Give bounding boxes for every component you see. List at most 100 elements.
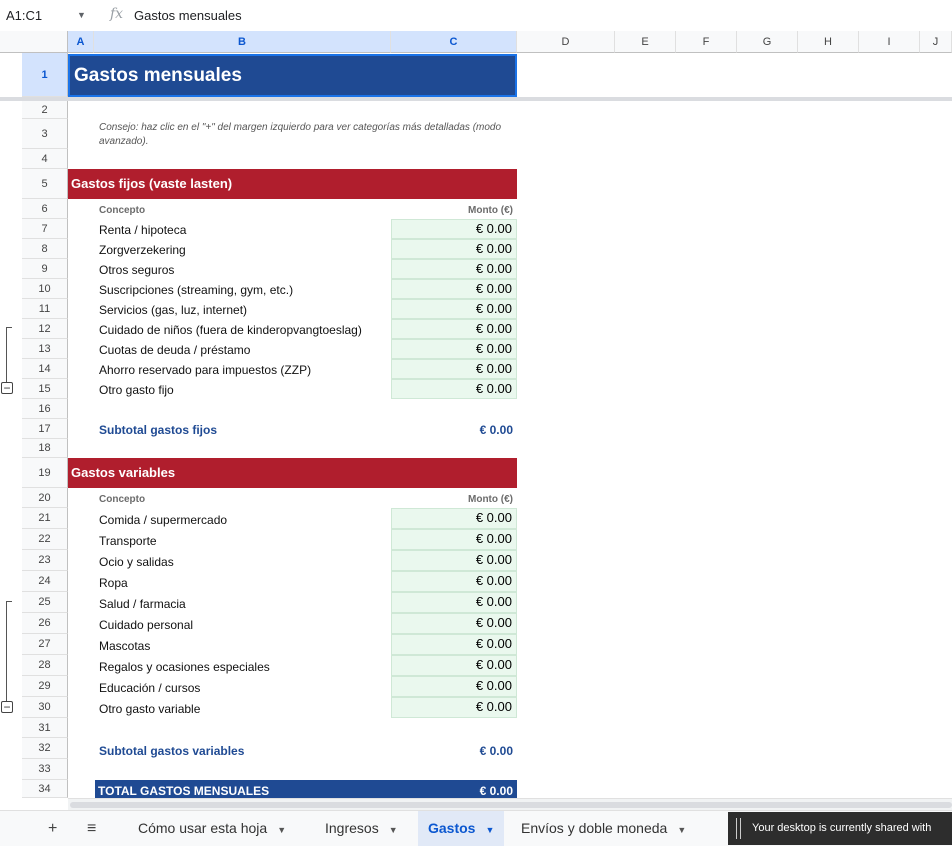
- expense-amount-input[interactable]: € 0.00: [391, 359, 517, 379]
- row-header[interactable]: 20: [22, 488, 68, 508]
- tab-dropdown-icon[interactable]: ▼: [485, 825, 494, 835]
- sheet-title[interactable]: Gastos mensuales: [68, 54, 517, 97]
- tab-envios[interactable]: Envíos y doble moneda ▼: [511, 811, 696, 846]
- expense-amount-input[interactable]: € 0.00: [391, 508, 517, 529]
- add-sheet-icon[interactable]: +: [48, 820, 57, 838]
- expense-label: Mascotas: [99, 639, 151, 653]
- collapse-group-variable-button[interactable]: −: [1, 701, 13, 713]
- expense-amount-input[interactable]: € 0.00: [391, 529, 517, 550]
- tab-dropdown-icon[interactable]: ▼: [277, 825, 286, 835]
- expense-amount-input[interactable]: € 0.00: [391, 279, 517, 299]
- tab-ingresos[interactable]: Ingresos ▼: [315, 811, 408, 846]
- collapse-group-fixed-button[interactable]: −: [1, 382, 13, 394]
- row-header[interactable]: 29: [22, 676, 68, 697]
- row-header[interactable]: 33: [22, 759, 68, 780]
- row-header[interactable]: 12: [22, 319, 68, 339]
- column-header-h[interactable]: H: [798, 31, 859, 53]
- drag-handle-icon[interactable]: [736, 818, 741, 839]
- row-header[interactable]: 24: [22, 571, 68, 592]
- row-header[interactable]: 30: [22, 697, 68, 718]
- all-sheets-menu-icon[interactable]: ≡: [87, 820, 96, 838]
- column-header-j[interactable]: J: [920, 31, 952, 53]
- row-header[interactable]: 7: [22, 219, 68, 239]
- row-header[interactable]: 31: [22, 718, 68, 738]
- row-header[interactable]: 13: [22, 339, 68, 359]
- expense-amount-input[interactable]: € 0.00: [391, 655, 517, 676]
- expense-label: Cuotas de deuda / préstamo: [99, 343, 251, 357]
- expense-amount-input[interactable]: € 0.00: [391, 259, 517, 279]
- row-header-1[interactable]: 1: [22, 53, 68, 97]
- column-header-f[interactable]: F: [676, 31, 737, 53]
- expense-amount-input[interactable]: € 0.00: [391, 634, 517, 655]
- tab-como-usar[interactable]: Cómo usar esta hoja ▼: [128, 811, 296, 846]
- row-header[interactable]: 15: [22, 379, 68, 399]
- row-header[interactable]: 2: [22, 101, 68, 119]
- expense-amount-input[interactable]: € 0.00: [391, 219, 517, 239]
- screen-share-banner[interactable]: Your desktop is currently shared with: [728, 812, 952, 845]
- row-header[interactable]: 21: [22, 508, 68, 529]
- expense-amount-input[interactable]: € 0.00: [391, 299, 517, 319]
- expense-amount-input[interactable]: € 0.00: [391, 319, 517, 339]
- name-box[interactable]: A1:C1: [6, 8, 42, 23]
- name-box-dropdown-icon[interactable]: ▼: [77, 10, 86, 20]
- column-header-a[interactable]: A: [68, 31, 94, 53]
- fixed-expenses-header: Gastos fijos (vaste lasten): [68, 169, 517, 199]
- expense-amount-input[interactable]: € 0.00: [391, 379, 517, 399]
- row-header[interactable]: 8: [22, 239, 68, 259]
- column-header-e[interactable]: E: [615, 31, 676, 53]
- row-header[interactable]: 22: [22, 529, 68, 550]
- row-header[interactable]: 25: [22, 592, 68, 613]
- expense-amount-input[interactable]: € 0.00: [391, 613, 517, 634]
- expense-amount-input[interactable]: € 0.00: [391, 676, 517, 697]
- expense-label: Otro gasto variable: [99, 702, 201, 716]
- expense-amount-input[interactable]: € 0.00: [391, 550, 517, 571]
- tab-label: Cómo usar esta hoja: [138, 820, 268, 836]
- column-header-i[interactable]: I: [859, 31, 920, 53]
- row-header[interactable]: 16: [22, 399, 68, 419]
- expense-label: Otros seguros: [99, 263, 175, 277]
- column-header-d[interactable]: D: [517, 31, 615, 53]
- expense-amount-input[interactable]: € 0.00: [391, 339, 517, 359]
- expense-amount-input[interactable]: € 0.00: [391, 239, 517, 259]
- expense-label: Educación / cursos: [99, 681, 201, 695]
- row-header[interactable]: 23: [22, 550, 68, 571]
- row-header[interactable]: 10: [22, 279, 68, 299]
- frozen-rows-divider[interactable]: [0, 97, 952, 101]
- expense-amount-input[interactable]: € 0.00: [391, 571, 517, 592]
- formula-input[interactable]: Gastos mensuales: [134, 8, 242, 23]
- row-header[interactable]: 19: [22, 458, 68, 488]
- column-header-c[interactable]: C: [391, 31, 517, 53]
- row-header[interactable]: 11: [22, 299, 68, 319]
- column-header-b[interactable]: B: [94, 31, 391, 53]
- row-header[interactable]: 32: [22, 738, 68, 759]
- row-header[interactable]: 28: [22, 655, 68, 676]
- row-header[interactable]: 34: [22, 780, 68, 798]
- tab-gastos[interactable]: Gastos ▼: [418, 811, 505, 846]
- total-label: TOTAL GASTOS MENSUALES: [98, 784, 270, 798]
- row-header[interactable]: 4: [22, 149, 68, 169]
- row-header[interactable]: 9: [22, 259, 68, 279]
- scrollbar-thumb[interactable]: [70, 802, 952, 808]
- tip-text: Consejo: haz clic en el "+" del margen i…: [99, 122, 502, 147]
- subtotal-fixed-label: Subtotal gastos fijos: [99, 423, 218, 437]
- row-header[interactable]: 17: [22, 419, 68, 439]
- row-header[interactable]: 18: [22, 439, 68, 458]
- row-header[interactable]: 27: [22, 634, 68, 655]
- row-header[interactable]: 14: [22, 359, 68, 379]
- expense-label: Otro gasto fijo: [99, 383, 174, 397]
- tab-label: Ingresos: [325, 820, 379, 836]
- tab-dropdown-icon[interactable]: ▼: [389, 825, 398, 835]
- expense-label: Renta / hipoteca: [99, 223, 187, 237]
- tab-dropdown-icon[interactable]: ▼: [677, 825, 686, 835]
- select-all-corner[interactable]: [0, 31, 68, 53]
- expense-amount-input[interactable]: € 0.00: [391, 697, 517, 718]
- column-header-g[interactable]: G: [737, 31, 798, 53]
- row-header[interactable]: 6: [22, 199, 68, 219]
- expense-label: Ahorro reservado para impuestos (ZZP): [99, 363, 312, 377]
- row-header[interactable]: 5: [22, 169, 68, 199]
- row-header[interactable]: 3: [22, 119, 68, 149]
- expense-amount-input[interactable]: € 0.00: [391, 592, 517, 613]
- concept-column-label: Concepto: [99, 494, 146, 505]
- expense-label: Suscripciones (streaming, gym, etc.): [99, 283, 294, 297]
- row-header[interactable]: 26: [22, 613, 68, 634]
